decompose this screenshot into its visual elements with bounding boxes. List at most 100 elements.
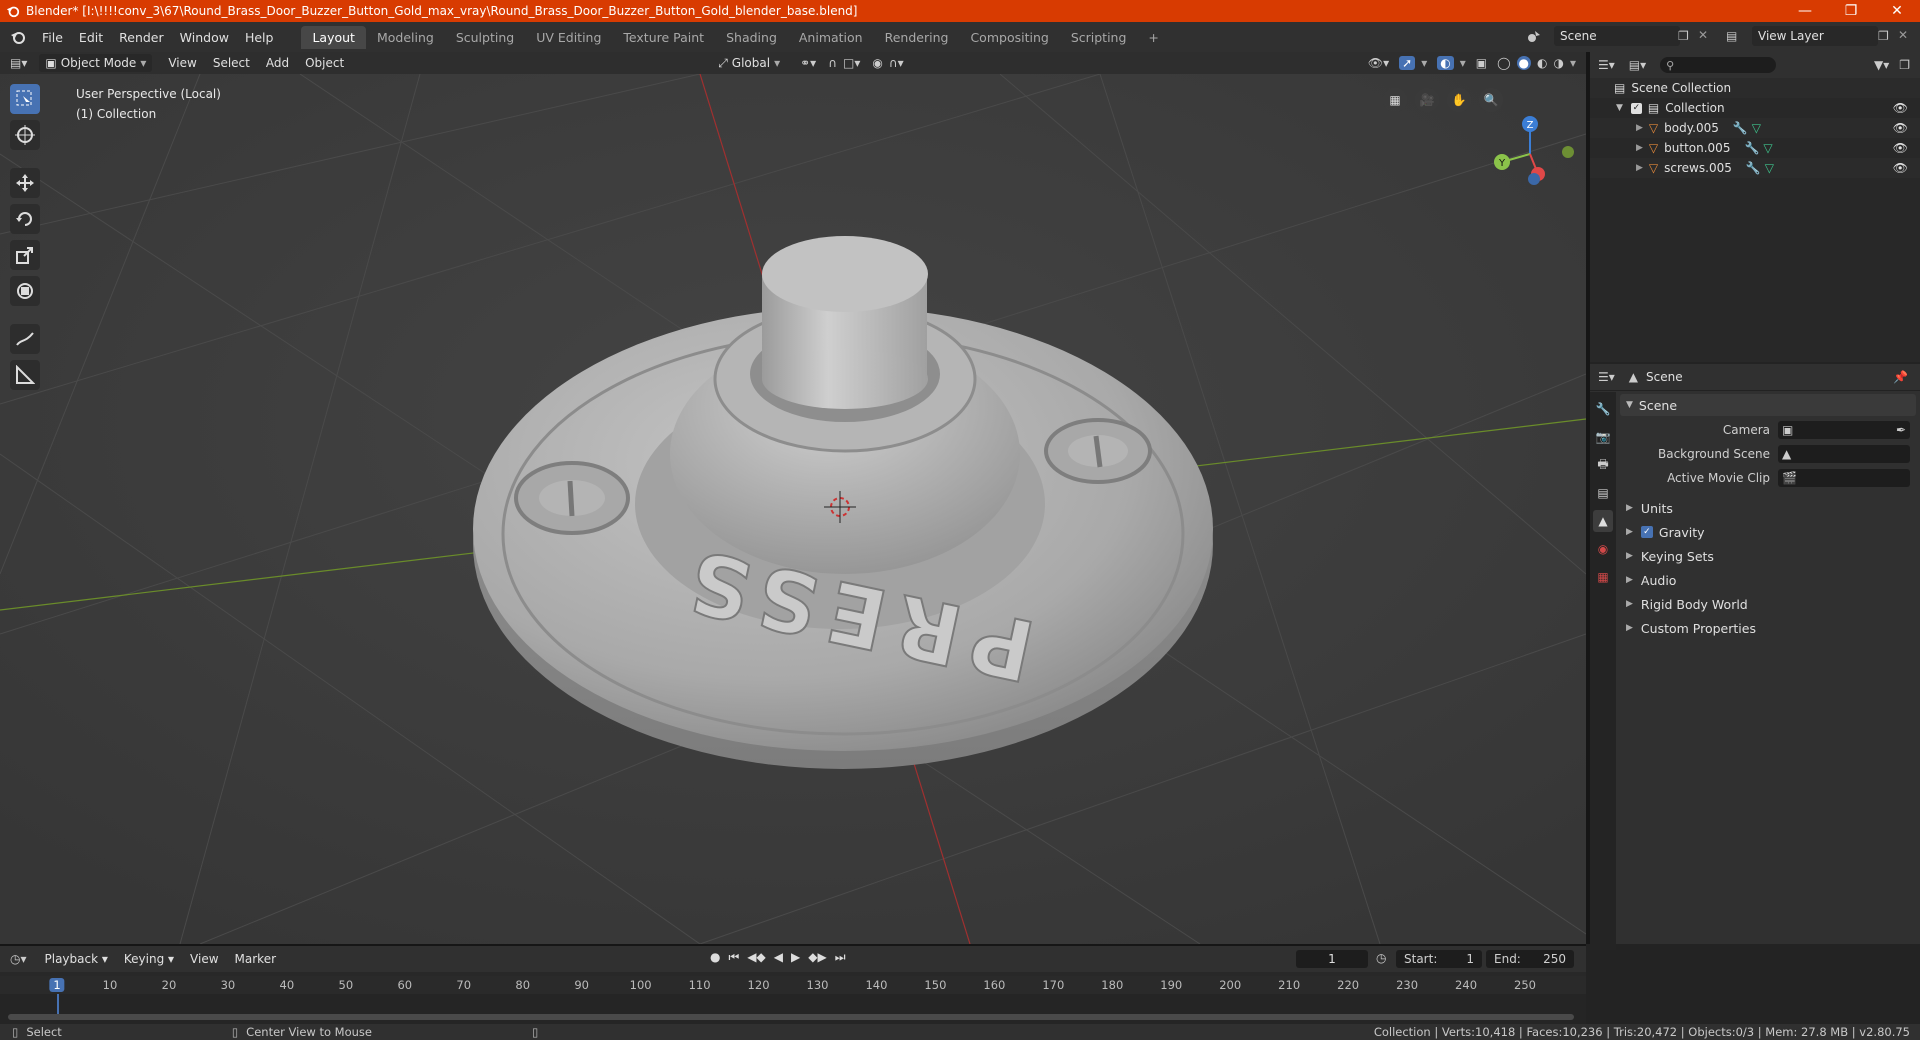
end-frame-field[interactable]: End: 250 (1486, 950, 1574, 968)
keying-sets-panel[interactable]: ▶ Keying Sets (1620, 544, 1916, 568)
start-frame-field[interactable]: Start: 1 (1396, 950, 1482, 968)
transform-tool[interactable] (10, 276, 40, 306)
background-scene-field[interactable]: ▲ (1778, 445, 1910, 463)
new-scene-icon[interactable]: ❐ (1678, 29, 1689, 43)
scene-name-field[interactable]: Scene (1554, 26, 1680, 46)
tab-animation[interactable]: Animation (788, 26, 874, 49)
modifier-wrench-icon[interactable]: 🔧 (1744, 141, 1759, 155)
outliner-search-input[interactable]: ⚲ (1660, 57, 1777, 73)
expand-arrow-icon[interactable]: ▼ (1616, 103, 1623, 113)
properties-editor-icon[interactable]: ☰▾ (1598, 370, 1615, 384)
falloff-icon[interactable]: ∩▾ (889, 56, 904, 70)
material-shading-icon[interactable]: ◐ (1537, 56, 1547, 70)
menu-select[interactable]: Select (205, 54, 258, 72)
outliner-scene-collection[interactable]: ▤ Scene Collection (1590, 78, 1920, 98)
gizmo-toggle-icon[interactable]: ➚ (1399, 56, 1416, 70)
tab-uv-editing[interactable]: UV Editing (525, 26, 612, 49)
view-layer-icon[interactable]: ▤ (1726, 29, 1737, 43)
select-box-tool[interactable] (10, 84, 40, 114)
scene-panel-header[interactable]: ▼ Scene (1620, 394, 1916, 416)
expand-arrow-icon[interactable]: ▶ (1636, 143, 1643, 153)
menu-file[interactable]: File (34, 30, 71, 45)
annotate-tool[interactable] (10, 324, 40, 354)
camera-view-button[interactable]: 🎥 (1415, 88, 1439, 112)
eyedropper-icon[interactable]: ✒ (1896, 423, 1906, 437)
prev-keyframe-icon[interactable]: ◀◆ (747, 950, 765, 965)
play-reverse-icon[interactable]: ◀ (774, 950, 783, 965)
active-movie-clip-field[interactable]: 🎬 (1778, 469, 1910, 487)
pan-view-button[interactable]: ✋ (1447, 88, 1471, 112)
display-mode-icon[interactable]: ▤▾ (1629, 58, 1646, 72)
modifier-wrench-icon[interactable]: 🔧 (1733, 121, 1748, 135)
zoom-view-button[interactable]: 🔍 (1479, 88, 1503, 112)
snap-target-icon[interactable]: □▾ (843, 56, 860, 70)
menu-playback[interactable]: Playback ▾ (37, 950, 116, 968)
rotate-tool[interactable] (10, 204, 40, 234)
eye-icon[interactable]: 👁 (1893, 121, 1908, 135)
expand-arrow-icon[interactable]: ▶ (1636, 163, 1643, 173)
clock-icon[interactable]: ◷ (1376, 951, 1386, 965)
eye-icon[interactable]: 👁 (1893, 161, 1908, 175)
visibility-icon[interactable]: 👁▾ (1368, 56, 1389, 70)
menu-object[interactable]: Object (297, 54, 352, 72)
tab-layout[interactable]: Layout (301, 25, 366, 49)
tab-view-layer[interactable]: ▤ (1593, 482, 1613, 504)
modifier-wrench-icon[interactable]: 🔧 (1746, 161, 1761, 175)
tab-shading[interactable]: Shading (715, 26, 788, 49)
3d-viewport[interactable]: PRESS Z Y (0, 74, 1586, 944)
units-panel[interactable]: ▶ Units (1620, 496, 1916, 520)
new-view-layer-icon[interactable]: ❐ (1878, 29, 1889, 43)
tab-tool[interactable]: 🔧 (1593, 398, 1613, 420)
outliner-object-button[interactable]: ▶ ▽ button.005 🔧 ▽ 👁 (1590, 138, 1920, 158)
timeline-scrollbar[interactable] (8, 1014, 1574, 1020)
shading-dropdown-icon[interactable]: ▾ (1570, 56, 1576, 70)
eye-icon[interactable]: 👁 (1893, 101, 1908, 115)
pivot-icon[interactable]: ⚭▾ (800, 56, 816, 70)
expand-arrow-icon[interactable]: ▶ (1636, 123, 1643, 133)
delete-scene-icon[interactable]: ✕ (1698, 28, 1708, 42)
proportional-edit-icon[interactable]: ◉ (872, 56, 882, 70)
menu-window[interactable]: Window (172, 30, 237, 45)
solid-shading-icon[interactable]: ● (1516, 56, 1531, 70)
record-icon[interactable]: ● (710, 950, 720, 965)
close-window-button[interactable]: ✕ (1874, 3, 1920, 19)
outliner-object-body[interactable]: ▶ ▽ body.005 🔧 ▽ 👁 (1590, 118, 1920, 138)
tab-texture-paint[interactable]: Texture Paint (612, 26, 715, 49)
menu-timeline-view[interactable]: View (182, 950, 226, 968)
tab-texture[interactable]: ▦ (1593, 566, 1613, 588)
timeline-track-area[interactable] (0, 994, 1586, 1024)
snap-icon[interactable]: ∩ (828, 56, 837, 70)
jump-end-icon[interactable]: ⏭ (835, 950, 846, 965)
gizmo-dropdown-icon[interactable]: ▾ (1421, 56, 1427, 70)
tab-output[interactable]: 🖶 (1593, 454, 1613, 476)
toggle-perspective-button[interactable]: ▦ (1383, 88, 1407, 112)
tab-compositing[interactable]: Compositing (959, 26, 1059, 49)
orientation-dropdown[interactable]: ⤢ Global ▾ (712, 54, 786, 73)
camera-field[interactable]: ▣ ✒ (1778, 421, 1910, 439)
timeline-editor-icon[interactable]: ◷▾ (10, 952, 27, 966)
tab-scene[interactable]: ▲ (1593, 510, 1613, 532)
tab-scripting[interactable]: Scripting (1060, 26, 1138, 49)
mode-dropdown[interactable]: ▣ Object Mode ▾ (39, 54, 153, 72)
add-workspace-button[interactable]: + (1137, 26, 1169, 49)
rigid-body-world-panel[interactable]: ▶ Rigid Body World (1620, 592, 1916, 616)
tab-sculpting[interactable]: Sculpting (445, 26, 525, 49)
outliner-object-screws[interactable]: ▶ ▽ screws.005 🔧 ▽ 👁 (1590, 158, 1920, 178)
scene-selector-icon[interactable] (1526, 29, 1542, 45)
overlay-dropdown-icon[interactable]: ▾ (1460, 56, 1466, 70)
tab-render[interactable]: 📷 (1593, 426, 1613, 448)
menu-marker[interactable]: Marker (227, 950, 284, 968)
overlay-toggle-icon[interactable]: ◐ (1437, 56, 1454, 70)
new-collection-icon[interactable]: ❐ (1899, 58, 1910, 72)
jump-start-icon[interactable]: ⏮ (728, 950, 739, 965)
filter-icon[interactable]: ▼▾ (1874, 58, 1889, 72)
eye-icon[interactable]: 👁 (1893, 141, 1908, 155)
minimize-button[interactable]: — (1782, 3, 1828, 19)
tab-rendering[interactable]: Rendering (874, 26, 960, 49)
audio-panel[interactable]: ▶ Audio (1620, 568, 1916, 592)
menu-render[interactable]: Render (111, 30, 172, 45)
play-icon[interactable]: ▶ (791, 950, 800, 965)
menu-edit[interactable]: Edit (71, 30, 111, 45)
editor-type-icon[interactable]: ▤▾ (0, 56, 33, 70)
menu-keying[interactable]: Keying ▾ (116, 950, 182, 968)
